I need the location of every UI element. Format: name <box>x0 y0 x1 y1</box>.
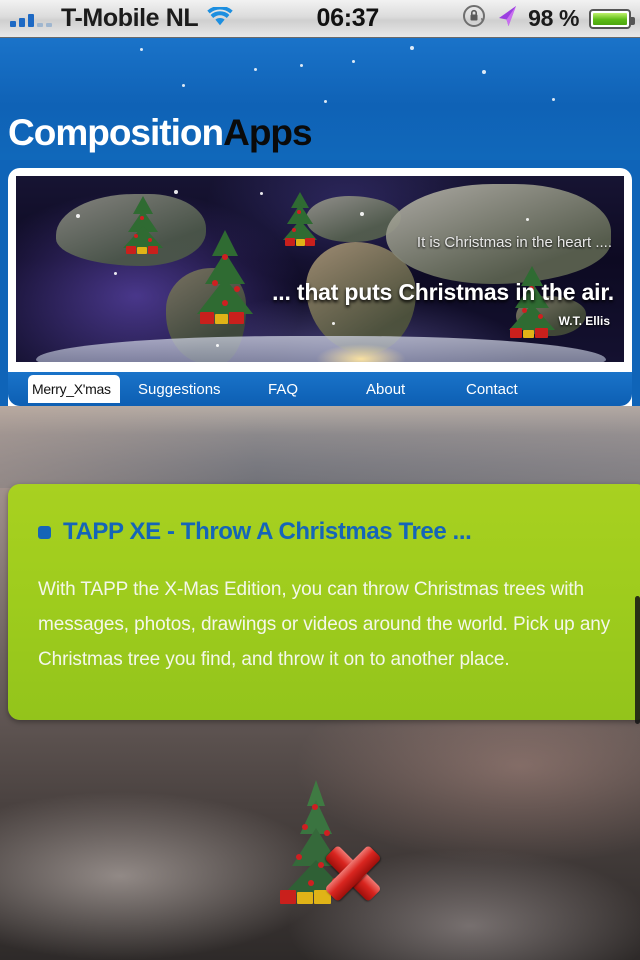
battery-percent-label: 98 % <box>528 5 579 31</box>
tab-merry-xmas[interactable]: Merry_X'mas <box>28 375 120 403</box>
star-dot <box>352 60 355 63</box>
feature-card-title: TAPP XE - Throw A Christmas Tree ... <box>38 518 618 546</box>
signal-bars-icon <box>10 11 52 27</box>
battery-icon <box>589 8 635 29</box>
star-dot <box>216 344 219 347</box>
tab-faq[interactable]: FAQ <box>268 372 298 406</box>
app-header: CompositionApps <box>0 38 640 160</box>
horizon-glow <box>316 344 406 362</box>
clock-label: 06:37 <box>316 4 379 32</box>
star-dot <box>552 98 555 101</box>
star-dot <box>410 46 414 50</box>
tab-about[interactable]: About <box>366 372 405 406</box>
christmas-tree-icon <box>280 190 320 246</box>
star-dot <box>140 48 143 51</box>
content-spacer <box>0 406 640 488</box>
nav-bar: Merry_X'mas Suggestions FAQ About Contac… <box>8 372 632 406</box>
banner-attribution: W.T. Ellis <box>558 314 610 328</box>
star-dot <box>360 212 364 216</box>
feature-card-body: With TAPP the X-Mas Edition, you can thr… <box>38 579 611 670</box>
star-dot <box>260 192 263 195</box>
star-dot <box>300 64 303 67</box>
tab-suggestions[interactable]: Suggestions <box>138 372 221 406</box>
star-dot <box>174 190 178 194</box>
rotation-lock-icon <box>462 4 486 33</box>
brand-primary: Composition <box>8 112 224 153</box>
brand-secondary: Apps <box>223 112 312 153</box>
star-dot <box>254 68 257 71</box>
status-bar: T-Mobile NL 06:37 98 % <box>0 0 640 38</box>
tab-contact[interactable]: Contact <box>466 372 518 406</box>
nav-tabs: Merry_X'mas Suggestions FAQ About Contac… <box>8 372 632 406</box>
world-map-christmas-trees: It is Christmas in the heart .... ... th… <box>16 176 624 362</box>
feature-card[interactable]: TAPP XE - Throw A Christmas Tree ... Wit… <box>8 484 640 720</box>
vertical-scrollbar[interactable] <box>635 596 640 724</box>
carrier-label: T-Mobile NL <box>61 4 199 32</box>
location-arrow-icon <box>496 4 518 33</box>
star-dot <box>182 84 185 87</box>
feature-card-title-text: TAPP XE - Throw A Christmas Tree ... <box>63 518 472 545</box>
phone-screen: T-Mobile NL 06:37 98 % CompositionApps I… <box>0 0 640 960</box>
star-dot <box>526 218 529 221</box>
star-dot <box>324 100 327 103</box>
page-title: CompositionApps <box>8 112 313 154</box>
status-bar-right: 98 % <box>462 4 640 33</box>
star-dot <box>482 70 486 74</box>
tree-stage <box>0 726 640 960</box>
christmas-tree-icon <box>120 194 166 254</box>
red-x-delete-icon[interactable] <box>322 842 384 904</box>
banner-section: It is Christmas in the heart .... ... th… <box>0 160 640 408</box>
status-bar-left: T-Mobile NL <box>0 4 233 33</box>
banner-quote-line2: ... that puts Christmas in the air. <box>272 279 614 305</box>
star-dot <box>114 272 117 275</box>
banner-quote-line1: It is Christmas in the heart .... <box>416 234 612 251</box>
star-dot <box>76 214 80 218</box>
star-dot <box>332 322 335 325</box>
bullet-icon <box>38 525 51 539</box>
wifi-icon <box>207 5 233 31</box>
status-bar-center: 06:37 <box>233 4 462 33</box>
christmas-tree-icon <box>194 228 256 326</box>
